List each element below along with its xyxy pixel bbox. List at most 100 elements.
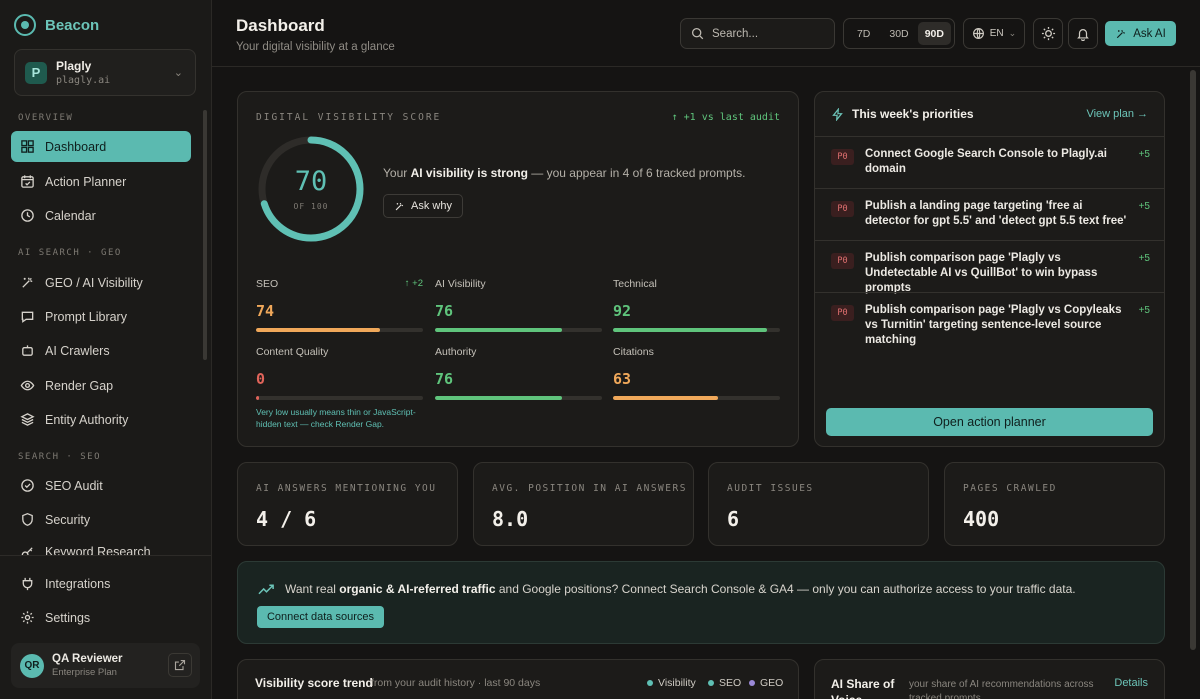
legend-geo[interactable]: GEO xyxy=(749,677,783,689)
sidebar-divider xyxy=(0,555,211,556)
priority-text: Connect Google Search Console to Plagly.… xyxy=(865,148,1107,175)
chevron-down-icon: ⌄ xyxy=(1008,28,1017,38)
sidebar-item-integrations[interactable]: Integrations xyxy=(11,568,191,599)
view-plan-link[interactable]: View plan → xyxy=(1086,108,1148,120)
beacon-logo-icon xyxy=(14,14,36,36)
nav-section-ai: AI SEARCH · GEO xyxy=(18,248,122,258)
share-details-link[interactable]: Details xyxy=(1114,677,1148,689)
sidebar-item-calendar[interactable]: Calendar xyxy=(11,200,191,231)
trending-up-icon xyxy=(258,584,274,595)
score-delta: ↑ +1 vs last audit xyxy=(671,112,780,123)
ask-ai-button[interactable]: Ask AI xyxy=(1105,21,1176,46)
priority-item[interactable]: P0 Publish a landing page targeting 'fre… xyxy=(815,188,1164,240)
range-30d-button[interactable]: 30D xyxy=(882,22,915,45)
priority-item[interactable]: P0 Connect Google Search Console to Plag… xyxy=(815,136,1164,188)
priority-points: +5 xyxy=(1138,149,1150,160)
search-placeholder: Search... xyxy=(712,27,759,40)
stat-audit-issues: AUDIT ISSUES 6 xyxy=(708,462,929,546)
sidebar-item-label: Entity Authority xyxy=(45,412,129,427)
sidebar-item-ai-crawlers[interactable]: AI Crawlers xyxy=(11,335,191,366)
connect-data-banner: Want real organic & AI-referred traffic … xyxy=(237,561,1165,644)
search-input[interactable]: Search... xyxy=(680,18,835,49)
legend-visibility[interactable]: Visibility xyxy=(647,677,696,689)
sidebar-item-render-gap[interactable]: Render Gap xyxy=(11,370,191,401)
priority-text: Publish comparison page 'Plagly vs Undet… xyxy=(865,252,1098,294)
metric-bar xyxy=(613,396,780,400)
priority-item[interactable]: P0 Publish comparison page 'Plagly vs Co… xyxy=(815,292,1164,346)
project-name: Plagly xyxy=(56,59,92,73)
project-switcher[interactable]: P Plagly plagly.ai ⌄ xyxy=(14,49,196,96)
avatar: QR xyxy=(20,653,44,678)
project-domain: plagly.ai xyxy=(56,75,111,86)
sidebar-item-label: Dashboard xyxy=(45,139,107,154)
search-icon xyxy=(691,27,704,40)
legend-seo[interactable]: SEO xyxy=(708,677,741,689)
ask-why-button[interactable]: Ask why xyxy=(383,194,463,218)
wand-icon xyxy=(1117,29,1126,38)
connect-data-sources-button[interactable]: Connect data sources xyxy=(257,606,384,628)
metric-bar xyxy=(256,328,423,332)
sidebar-item-label: AI Crawlers xyxy=(45,343,110,358)
sidebar-item-keyword-research[interactable]: Keyword Research xyxy=(11,538,191,555)
language-selector[interactable]: EN ⌄ xyxy=(963,18,1025,49)
sidebar-item-label: SEO Audit xyxy=(45,478,103,493)
user-name: QA Reviewer xyxy=(52,653,123,665)
visibility-score-card: DIGITAL VISIBILITY SCORE ↑ +1 vs last au… xyxy=(237,91,799,447)
range-90d-button[interactable]: 90D xyxy=(917,22,951,45)
priority-badge: P0 xyxy=(831,305,854,321)
sidebar-item-geo[interactable]: GEO / AI Visibility xyxy=(11,267,191,298)
score-max: OF 100 xyxy=(293,202,329,211)
layers-icon xyxy=(20,412,35,427)
priority-points: +5 xyxy=(1138,305,1150,316)
main-scrollbar[interactable] xyxy=(1190,70,1196,650)
stat-value: 8.0 xyxy=(492,507,529,531)
brand[interactable]: Beacon xyxy=(14,14,99,36)
metric-name: Technical xyxy=(613,278,657,290)
trend-title: Visibility score trend xyxy=(255,676,373,690)
sidebar-item-action-planner[interactable]: Action Planner xyxy=(11,166,191,197)
sidebar-scrollbar[interactable] xyxy=(203,110,207,360)
sidebar-item-label: Settings xyxy=(45,610,91,625)
stat-label: PAGES CRAWLED xyxy=(963,483,1057,494)
sidebar-item-label: Security xyxy=(45,512,91,527)
priority-item[interactable]: P0 Publish comparison page 'Plagly vs Un… xyxy=(815,240,1164,294)
theme-toggle-button[interactable] xyxy=(1033,18,1063,49)
sidebar-item-security[interactable]: Security xyxy=(11,504,191,535)
user-card[interactable]: QR QA Reviewer Enterprise Plan xyxy=(11,643,200,688)
share-subtitle: your share of AI recommendations across … xyxy=(909,679,1094,699)
metric-name: SEO xyxy=(256,278,279,290)
grid-icon xyxy=(20,139,35,154)
metric-bar xyxy=(256,396,423,400)
score-value: 70 xyxy=(294,166,328,197)
sidebar-item-entity-authority[interactable]: Entity Authority xyxy=(11,404,191,435)
sidebar-item-dashboard[interactable]: Dashboard xyxy=(11,131,191,162)
metric-technical: Technical 92 xyxy=(613,278,780,332)
priorities-title: This week's priorities xyxy=(831,107,974,121)
clock-icon xyxy=(20,208,35,223)
stat-value: 400 xyxy=(963,507,1000,531)
chevron-down-icon: ⌄ xyxy=(173,67,183,79)
stat-label: AUDIT ISSUES xyxy=(727,483,814,494)
metric-value: 92 xyxy=(613,302,632,320)
sidebar-item-settings[interactable]: Settings xyxy=(11,602,191,633)
metric-bar xyxy=(613,328,780,332)
notifications-button[interactable] xyxy=(1068,18,1098,49)
sidebar-item-label: Calendar xyxy=(45,208,96,223)
sidebar-item-seo-audit[interactable]: SEO Audit xyxy=(11,470,191,501)
metric-name: Citations xyxy=(613,346,654,358)
stat-value: 4 / 6 xyxy=(256,507,317,531)
sidebar-item-label: Prompt Library xyxy=(45,309,127,324)
open-action-planner-button[interactable]: Open action planner xyxy=(826,408,1153,436)
stat-ai-answers: AI ANSWERS MENTIONING YOU 4 / 6 xyxy=(237,462,458,546)
external-link-icon[interactable] xyxy=(168,653,192,677)
metric-ai-visibility: AI Visibility 76 xyxy=(435,278,602,332)
page-title: Dashboard xyxy=(236,16,325,35)
sidebar-item-prompt-library[interactable]: Prompt Library xyxy=(11,301,191,332)
metric-seo: SEO ↑ +2 74 xyxy=(256,278,423,332)
sparkle-icon xyxy=(20,275,35,290)
priority-text: Publish a landing page targeting 'free a… xyxy=(865,200,1127,227)
bot-icon xyxy=(20,343,35,358)
range-7d-button[interactable]: 7D xyxy=(847,22,880,45)
metric-value: 76 xyxy=(435,370,454,388)
sidebar-item-label: Render Gap xyxy=(45,378,114,393)
